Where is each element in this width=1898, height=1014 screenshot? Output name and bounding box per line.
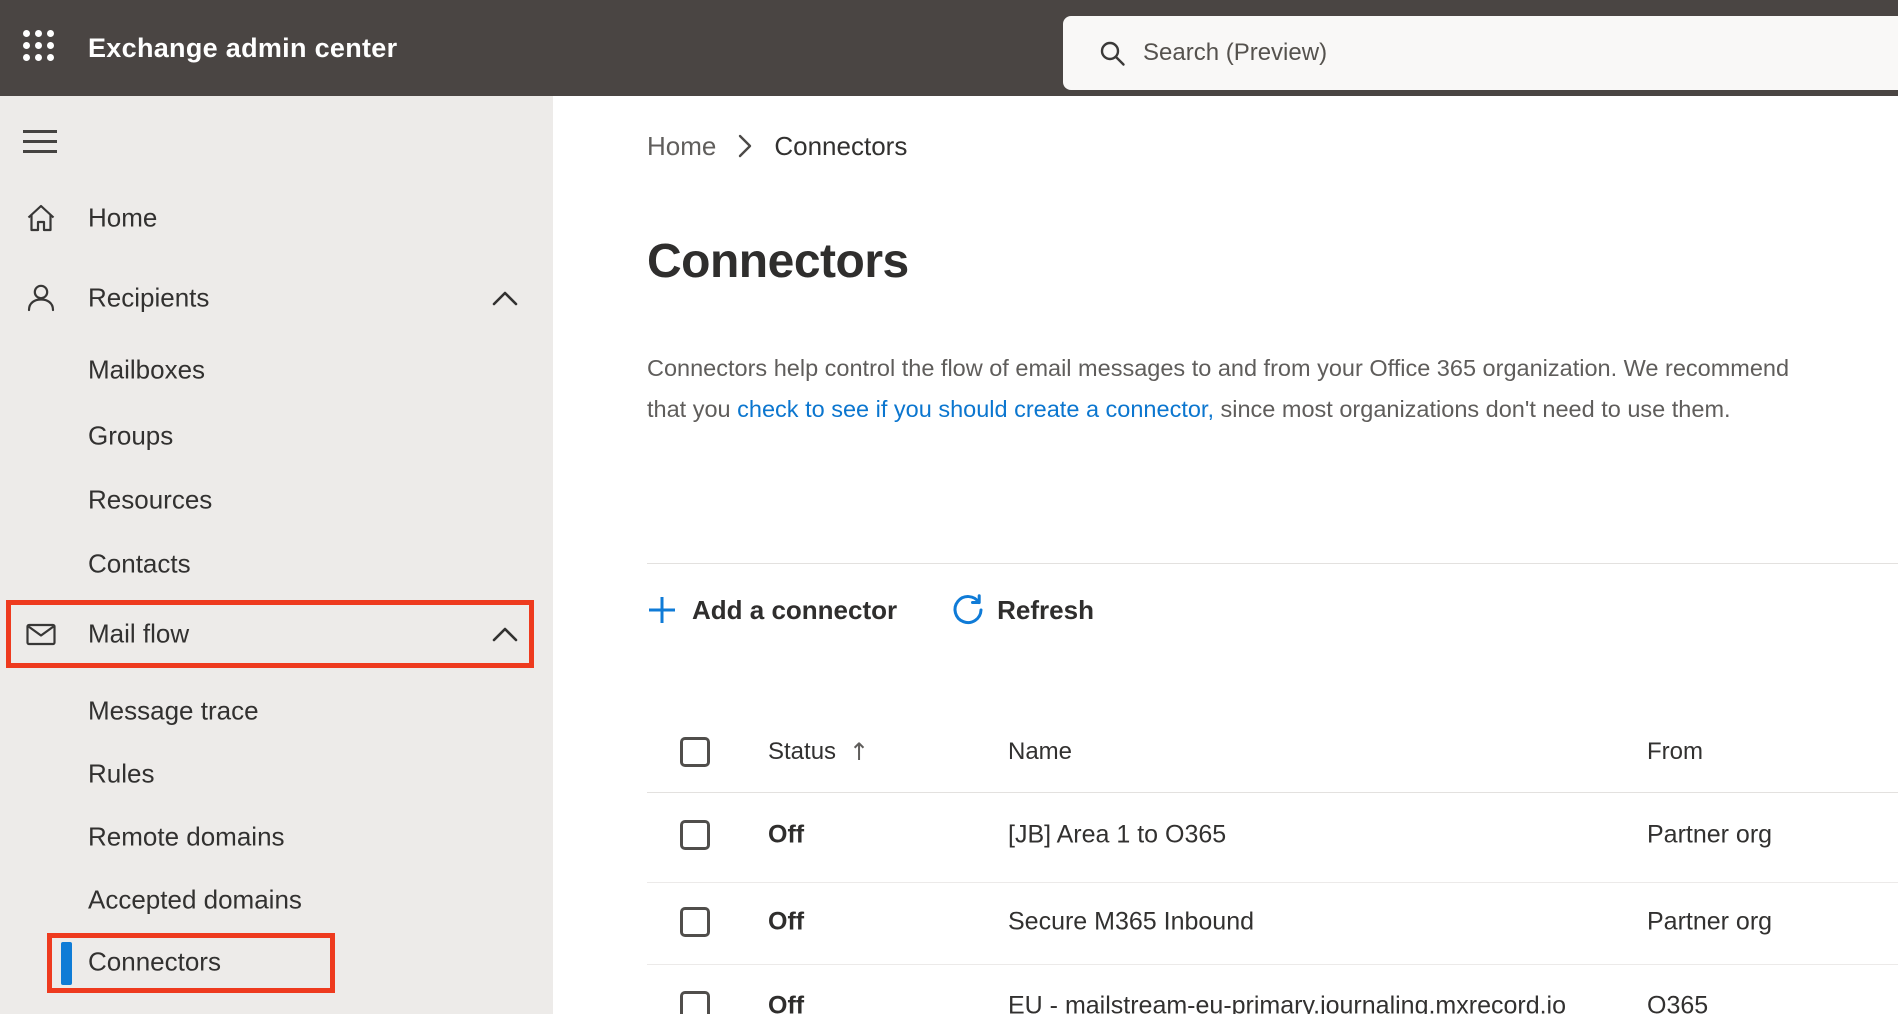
table-row[interactable]: Off Secure M365 Inbound Partner org bbox=[553, 877, 1898, 967]
breadcrumb: Home Connectors bbox=[647, 124, 907, 168]
plus-icon bbox=[649, 597, 675, 623]
sidebar-item-remote-domains[interactable]: Remote domains bbox=[0, 805, 553, 869]
sidebar-item-label: Connectors bbox=[88, 946, 221, 977]
add-connector-label: Add a connector bbox=[692, 594, 898, 625]
row-checkbox[interactable] bbox=[680, 820, 710, 850]
search-input[interactable] bbox=[1143, 23, 1898, 83]
sidebar-item-contacts[interactable]: Contacts bbox=[0, 532, 553, 596]
refresh-icon bbox=[953, 594, 983, 625]
from-cell: Partner org bbox=[1647, 907, 1773, 936]
exchange-admin-center-window: Exchange admin center Home bbox=[0, 0, 1898, 1014]
left-navigation: Home Recipients Mailboxes Groups Resourc… bbox=[0, 96, 553, 1014]
sidebar-item-label: Home bbox=[88, 202, 158, 233]
row-checkbox[interactable] bbox=[680, 907, 710, 937]
command-bar: Add a connector Refresh bbox=[647, 584, 1094, 636]
name-cell: EU - mailstream-eu-primary.journaling.mx… bbox=[1008, 991, 1567, 1014]
refresh-button[interactable]: Refresh bbox=[951, 593, 1094, 627]
hamburger-menu-icon[interactable] bbox=[23, 130, 57, 153]
chevron-up-icon bbox=[492, 290, 518, 306]
column-header-status[interactable]: Status bbox=[768, 738, 836, 766]
sidebar-item-mail-flow[interactable]: Mail flow bbox=[0, 602, 553, 666]
sidebar-item-label: Mail flow bbox=[88, 618, 190, 649]
search-icon bbox=[1100, 41, 1125, 66]
person-icon bbox=[24, 281, 58, 315]
page-description: Connectors help control the flow of emai… bbox=[647, 348, 1797, 430]
sort-ascending-icon: ↑ bbox=[849, 738, 870, 766]
selected-item-indicator bbox=[61, 942, 72, 985]
mail-icon bbox=[24, 617, 58, 651]
search-box[interactable] bbox=[1063, 16, 1898, 90]
column-header-from[interactable]: From bbox=[1647, 738, 1703, 766]
home-icon bbox=[24, 201, 58, 235]
breadcrumb-current: Connectors bbox=[774, 130, 908, 161]
sidebar-item-message-trace[interactable]: Message trace bbox=[0, 679, 553, 743]
add-connector-button[interactable]: Add a connector bbox=[647, 595, 897, 626]
app-launcher-icon[interactable] bbox=[23, 30, 56, 63]
status-cell: Off bbox=[768, 907, 805, 936]
sidebar-item-label: Rules bbox=[88, 758, 155, 789]
select-all-checkbox[interactable] bbox=[680, 737, 710, 767]
main-content: Home Connectors Connectors Connectors he… bbox=[553, 96, 1898, 1014]
description-text: since most organizations don't need to u… bbox=[1213, 396, 1731, 422]
sidebar-item-home[interactable]: Home bbox=[0, 186, 553, 250]
sidebar-item-label: Resources bbox=[88, 484, 213, 515]
divider bbox=[647, 563, 1898, 564]
sidebar-item-label: Remote domains bbox=[88, 821, 285, 852]
from-cell: O365 bbox=[1647, 991, 1709, 1014]
name-cell: [JB] Area 1 to O365 bbox=[1008, 820, 1227, 849]
top-bar: Exchange admin center bbox=[0, 0, 1898, 96]
sidebar-item-label: Contacts bbox=[88, 548, 191, 579]
app-title: Exchange admin center bbox=[88, 32, 398, 63]
sidebar-item-rules[interactable]: Rules bbox=[0, 742, 553, 806]
sidebar-item-label: Accepted domains bbox=[88, 884, 302, 915]
table-row[interactable]: Off [JB] Area 1 to O365 Partner org bbox=[553, 790, 1898, 880]
table-row[interactable]: Off EU - mailstream-eu-primary.journalin… bbox=[553, 961, 1898, 1014]
breadcrumb-home-link[interactable]: Home bbox=[647, 131, 716, 162]
sidebar-item-label: Groups bbox=[88, 420, 174, 451]
sidebar-item-connectors[interactable]: Connectors bbox=[0, 930, 553, 994]
name-cell: Secure M365 Inbound bbox=[1008, 907, 1255, 936]
chevron-right-icon bbox=[738, 133, 752, 159]
sidebar-item-mailboxes[interactable]: Mailboxes bbox=[0, 338, 553, 402]
chevron-up-icon bbox=[492, 626, 518, 642]
sidebar-item-label: Mailboxes bbox=[88, 354, 206, 385]
refresh-label: Refresh bbox=[997, 594, 1094, 625]
column-header-name[interactable]: Name bbox=[1008, 738, 1072, 766]
status-cell: Off bbox=[768, 820, 805, 849]
row-checkbox[interactable] bbox=[680, 991, 710, 1014]
page-title: Connectors bbox=[647, 235, 909, 288]
status-cell: Off bbox=[768, 991, 805, 1014]
sidebar-item-groups[interactable]: Groups bbox=[0, 404, 553, 468]
sidebar-item-label: Message trace bbox=[88, 695, 259, 726]
sidebar-item-recipients[interactable]: Recipients bbox=[0, 266, 553, 330]
table-header-row: Status ↑ Name From bbox=[553, 707, 1898, 797]
create-connector-check-link[interactable]: check to see if you should create a conn… bbox=[737, 396, 1214, 422]
sidebar-item-accepted-domains[interactable]: Accepted domains bbox=[0, 868, 553, 932]
sidebar-item-resources[interactable]: Resources bbox=[0, 468, 553, 532]
from-cell: Partner org bbox=[1647, 820, 1773, 849]
sidebar-item-label: Recipients bbox=[88, 282, 210, 313]
